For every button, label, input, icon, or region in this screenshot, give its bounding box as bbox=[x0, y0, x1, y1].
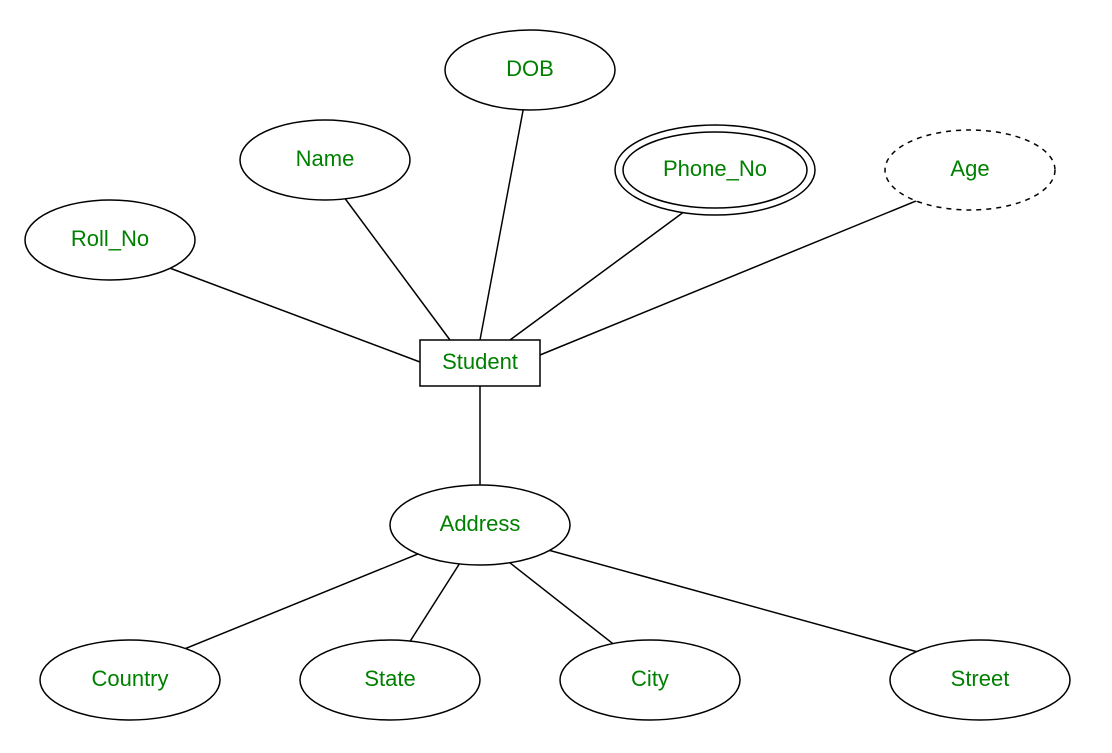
attr-country: Country bbox=[40, 640, 220, 720]
attr-state: State bbox=[300, 640, 480, 720]
entity-student: Student bbox=[420, 340, 540, 386]
attr-city-label: City bbox=[631, 666, 669, 691]
attr-phone-label: Phone_No bbox=[663, 156, 767, 181]
attr-name-label: Name bbox=[296, 146, 355, 171]
attr-rollno: Roll_No bbox=[25, 200, 195, 280]
attr-age: Age bbox=[885, 130, 1055, 210]
attr-street-label: Street bbox=[951, 666, 1010, 691]
attr-country-label: Country bbox=[91, 666, 168, 691]
attr-age-label: Age bbox=[950, 156, 989, 181]
attr-phone: Phone_No bbox=[615, 125, 815, 215]
entity-student-label: Student bbox=[442, 349, 518, 374]
edge-student-phone bbox=[510, 200, 700, 340]
attr-dob-label: DOB bbox=[506, 56, 554, 81]
attr-street: Street bbox=[890, 640, 1070, 720]
attr-city: City bbox=[560, 640, 740, 720]
attr-rollno-label: Roll_No bbox=[71, 226, 149, 251]
attr-state-label: State bbox=[364, 666, 415, 691]
edge-address-street bbox=[530, 545, 965, 665]
edge-student-name bbox=[335, 185, 450, 340]
edge-student-rollno bbox=[135, 255, 420, 362]
attr-name: Name bbox=[240, 120, 410, 200]
attr-dob: DOB bbox=[445, 30, 615, 110]
attr-address-label: Address bbox=[440, 511, 521, 536]
attr-address: Address bbox=[390, 485, 570, 565]
er-diagram: Student Roll_No Name DOB Phone_No Age Ad… bbox=[0, 0, 1112, 753]
edge-student-dob bbox=[480, 100, 525, 340]
